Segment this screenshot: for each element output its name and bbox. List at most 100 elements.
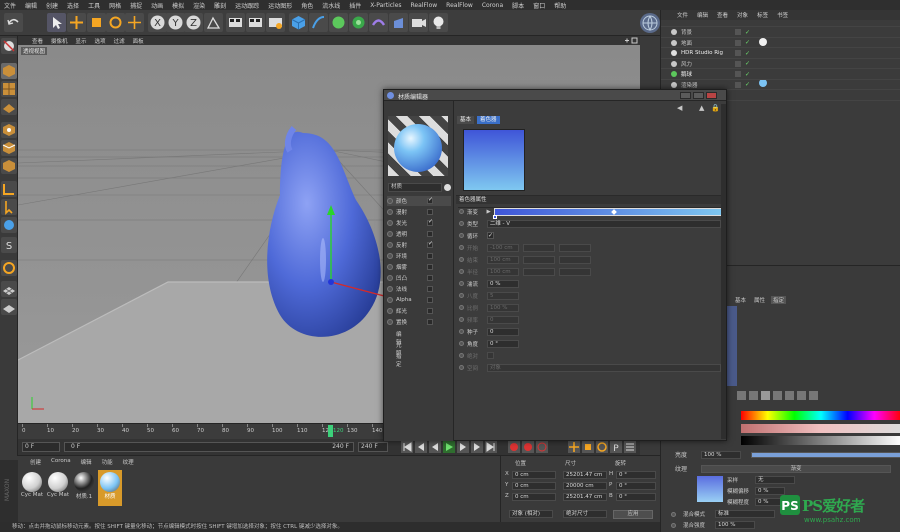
object-check-icon[interactable]: ✓ [745, 71, 750, 78]
object-row[interactable]: 地面 ✓ [665, 38, 897, 48]
snap-button[interactable]: S [1, 237, 17, 253]
polygons-mode-button[interactable] [1, 158, 17, 174]
material-item[interactable]: 材质.1 [72, 470, 96, 506]
workplane-grid-button[interactable] [1, 281, 17, 297]
play-button[interactable] [443, 441, 455, 453]
channel-radio-icon[interactable] [387, 242, 393, 248]
autokey-button[interactable] [522, 441, 534, 453]
image-mode-icon[interactable] [761, 391, 770, 400]
channel-radio-icon[interactable] [387, 297, 393, 303]
go-to-start-button[interactable] [401, 441, 413, 453]
property-animate-dot[interactable] [459, 317, 464, 322]
coord-size-field[interactable]: 25201.47 cm [563, 493, 607, 501]
menu-item[interactable]: 创建 [46, 1, 58, 10]
channel-row[interactable]: 透明 [387, 229, 451, 239]
viewport-menu-item[interactable]: 过滤 [114, 37, 125, 45]
material-menu-item[interactable]: 编辑 [81, 458, 92, 466]
viewport-menu-item[interactable]: 显示 [76, 37, 87, 45]
channel-checkbox[interactable] [427, 297, 433, 303]
coord-size-field[interactable]: 25201.47 cm [563, 471, 607, 479]
object-tag-icon[interactable] [759, 38, 767, 46]
viewport-menu-item[interactable]: 面板 [133, 37, 144, 45]
property-field[interactable]: 0 [487, 315, 519, 324]
material-menu-item[interactable]: Corona [51, 458, 71, 466]
recent-tool-button[interactable] [125, 13, 144, 32]
property-animate-dot[interactable] [459, 293, 464, 298]
rotate-tool-button[interactable] [106, 13, 125, 32]
channel-radio-icon[interactable] [387, 253, 393, 259]
menu-item[interactable]: 网格 [109, 1, 121, 10]
channel-checkbox[interactable] [427, 286, 433, 292]
gradient-bar[interactable] [492, 207, 726, 219]
cycle-checkbox[interactable]: ✓ [487, 232, 494, 239]
property-field-z[interactable] [559, 243, 591, 252]
menu-item[interactable]: X-Particles [370, 2, 401, 9]
coord-rotation-field[interactable]: 0 ° [616, 482, 656, 490]
coord-position-field[interactable]: 0 cm [512, 471, 556, 479]
move-tool-button[interactable] [67, 13, 86, 32]
deformer-button[interactable] [369, 13, 388, 32]
property-field[interactable]: 0 ° [487, 339, 519, 348]
channel-checkbox[interactable] [427, 218, 433, 226]
object-menu-item[interactable]: 书签 [777, 11, 788, 19]
saturation-bar[interactable] [741, 424, 900, 433]
property-field[interactable]: 0 % [487, 279, 519, 288]
scale-tool-button[interactable] [87, 13, 106, 32]
channel-row[interactable]: 烟雾 [387, 262, 451, 272]
material-editor-window[interactable]: 材质编辑器 材质 颜色漫射发光透明反射环境烟雾凹凸法线Alpha辉光置换编辑光照… [383, 89, 727, 441]
attribute-tab[interactable]: 属性 [752, 296, 767, 304]
menu-item[interactable]: 文件 [4, 1, 16, 10]
lock-icon[interactable]: 🔒 [711, 104, 720, 112]
properties-scrollbar[interactable] [721, 104, 726, 439]
object-visibility-dots[interactable] [735, 81, 741, 88]
object-check-icon[interactable]: ✓ [745, 50, 750, 57]
property-animate-dot[interactable] [459, 353, 464, 358]
object-check-icon[interactable]: ✓ [745, 81, 750, 88]
menu-item[interactable]: 选择 [67, 1, 79, 10]
property-field-z[interactable] [559, 255, 591, 264]
channel-radio-icon[interactable] [387, 275, 393, 281]
coord-position-field[interactable]: 0 cm [512, 493, 556, 501]
channel-checkbox[interactable] [427, 319, 433, 325]
property-animate-dot[interactable] [459, 281, 464, 286]
viewport-menu-item[interactable]: 查看 [32, 37, 43, 45]
end-frame-field[interactable]: 240 F [358, 442, 388, 452]
channel-radio-icon[interactable] [387, 319, 393, 325]
object-menu-item[interactable]: 对象 [737, 11, 748, 19]
viewport-menu-item[interactable]: 摄像机 [51, 37, 68, 45]
shader-tab[interactable]: 着色器 [477, 116, 500, 124]
parameter-key-button[interactable]: P [610, 441, 622, 454]
x-axis-lock-button[interactable]: X [148, 13, 167, 32]
object-menu-item[interactable]: 标签 [757, 11, 768, 19]
menu-item[interactable]: 运动跟踪 [235, 1, 259, 10]
property-field[interactable]: -100 cm [487, 243, 519, 252]
channel-radio-icon[interactable] [387, 308, 393, 314]
range-slider[interactable]: 0 F 240 F [64, 442, 354, 452]
coord-position-field[interactable]: 0 cm [512, 482, 556, 490]
prev-key-button[interactable] [415, 441, 427, 453]
property-animate-dot[interactable] [459, 329, 464, 334]
menu-item[interactable]: Corona [482, 2, 503, 9]
channel-checkbox[interactable] [427, 264, 433, 270]
shader-preview-swatch[interactable] [463, 129, 525, 191]
channel-radio-icon[interactable] [387, 209, 393, 215]
color-wheel-mode-icon[interactable] [737, 391, 746, 400]
texture-shader-button[interactable]: 渐变 [701, 464, 891, 473]
channel-row[interactable]: 法线 [387, 284, 451, 294]
property-animate-dot[interactable] [459, 365, 464, 370]
channel-extra-item[interactable]: 指定 [396, 352, 402, 368]
layout-globe-button[interactable] [640, 13, 660, 33]
make-editable-button[interactable] [1, 38, 17, 54]
channel-row[interactable]: 漫射 [387, 207, 451, 217]
object-row[interactable]: 风力 ✓ [665, 59, 897, 69]
channel-row[interactable]: Alpha [387, 295, 451, 305]
coord-rotation-field[interactable]: 0 ° [616, 471, 656, 479]
object-tag-icon[interactable] [759, 79, 767, 87]
gradient-expand-icon[interactable]: ▶ [487, 209, 491, 215]
menu-item[interactable]: RealFlow [411, 2, 438, 9]
timeline-menu-button[interactable] [624, 441, 636, 453]
menu-item[interactable]: 工具 [88, 1, 100, 10]
attribute-tab[interactable]: 基本 [733, 296, 748, 304]
model-mode-button[interactable] [1, 63, 17, 79]
points-mode-button[interactable] [1, 122, 17, 138]
